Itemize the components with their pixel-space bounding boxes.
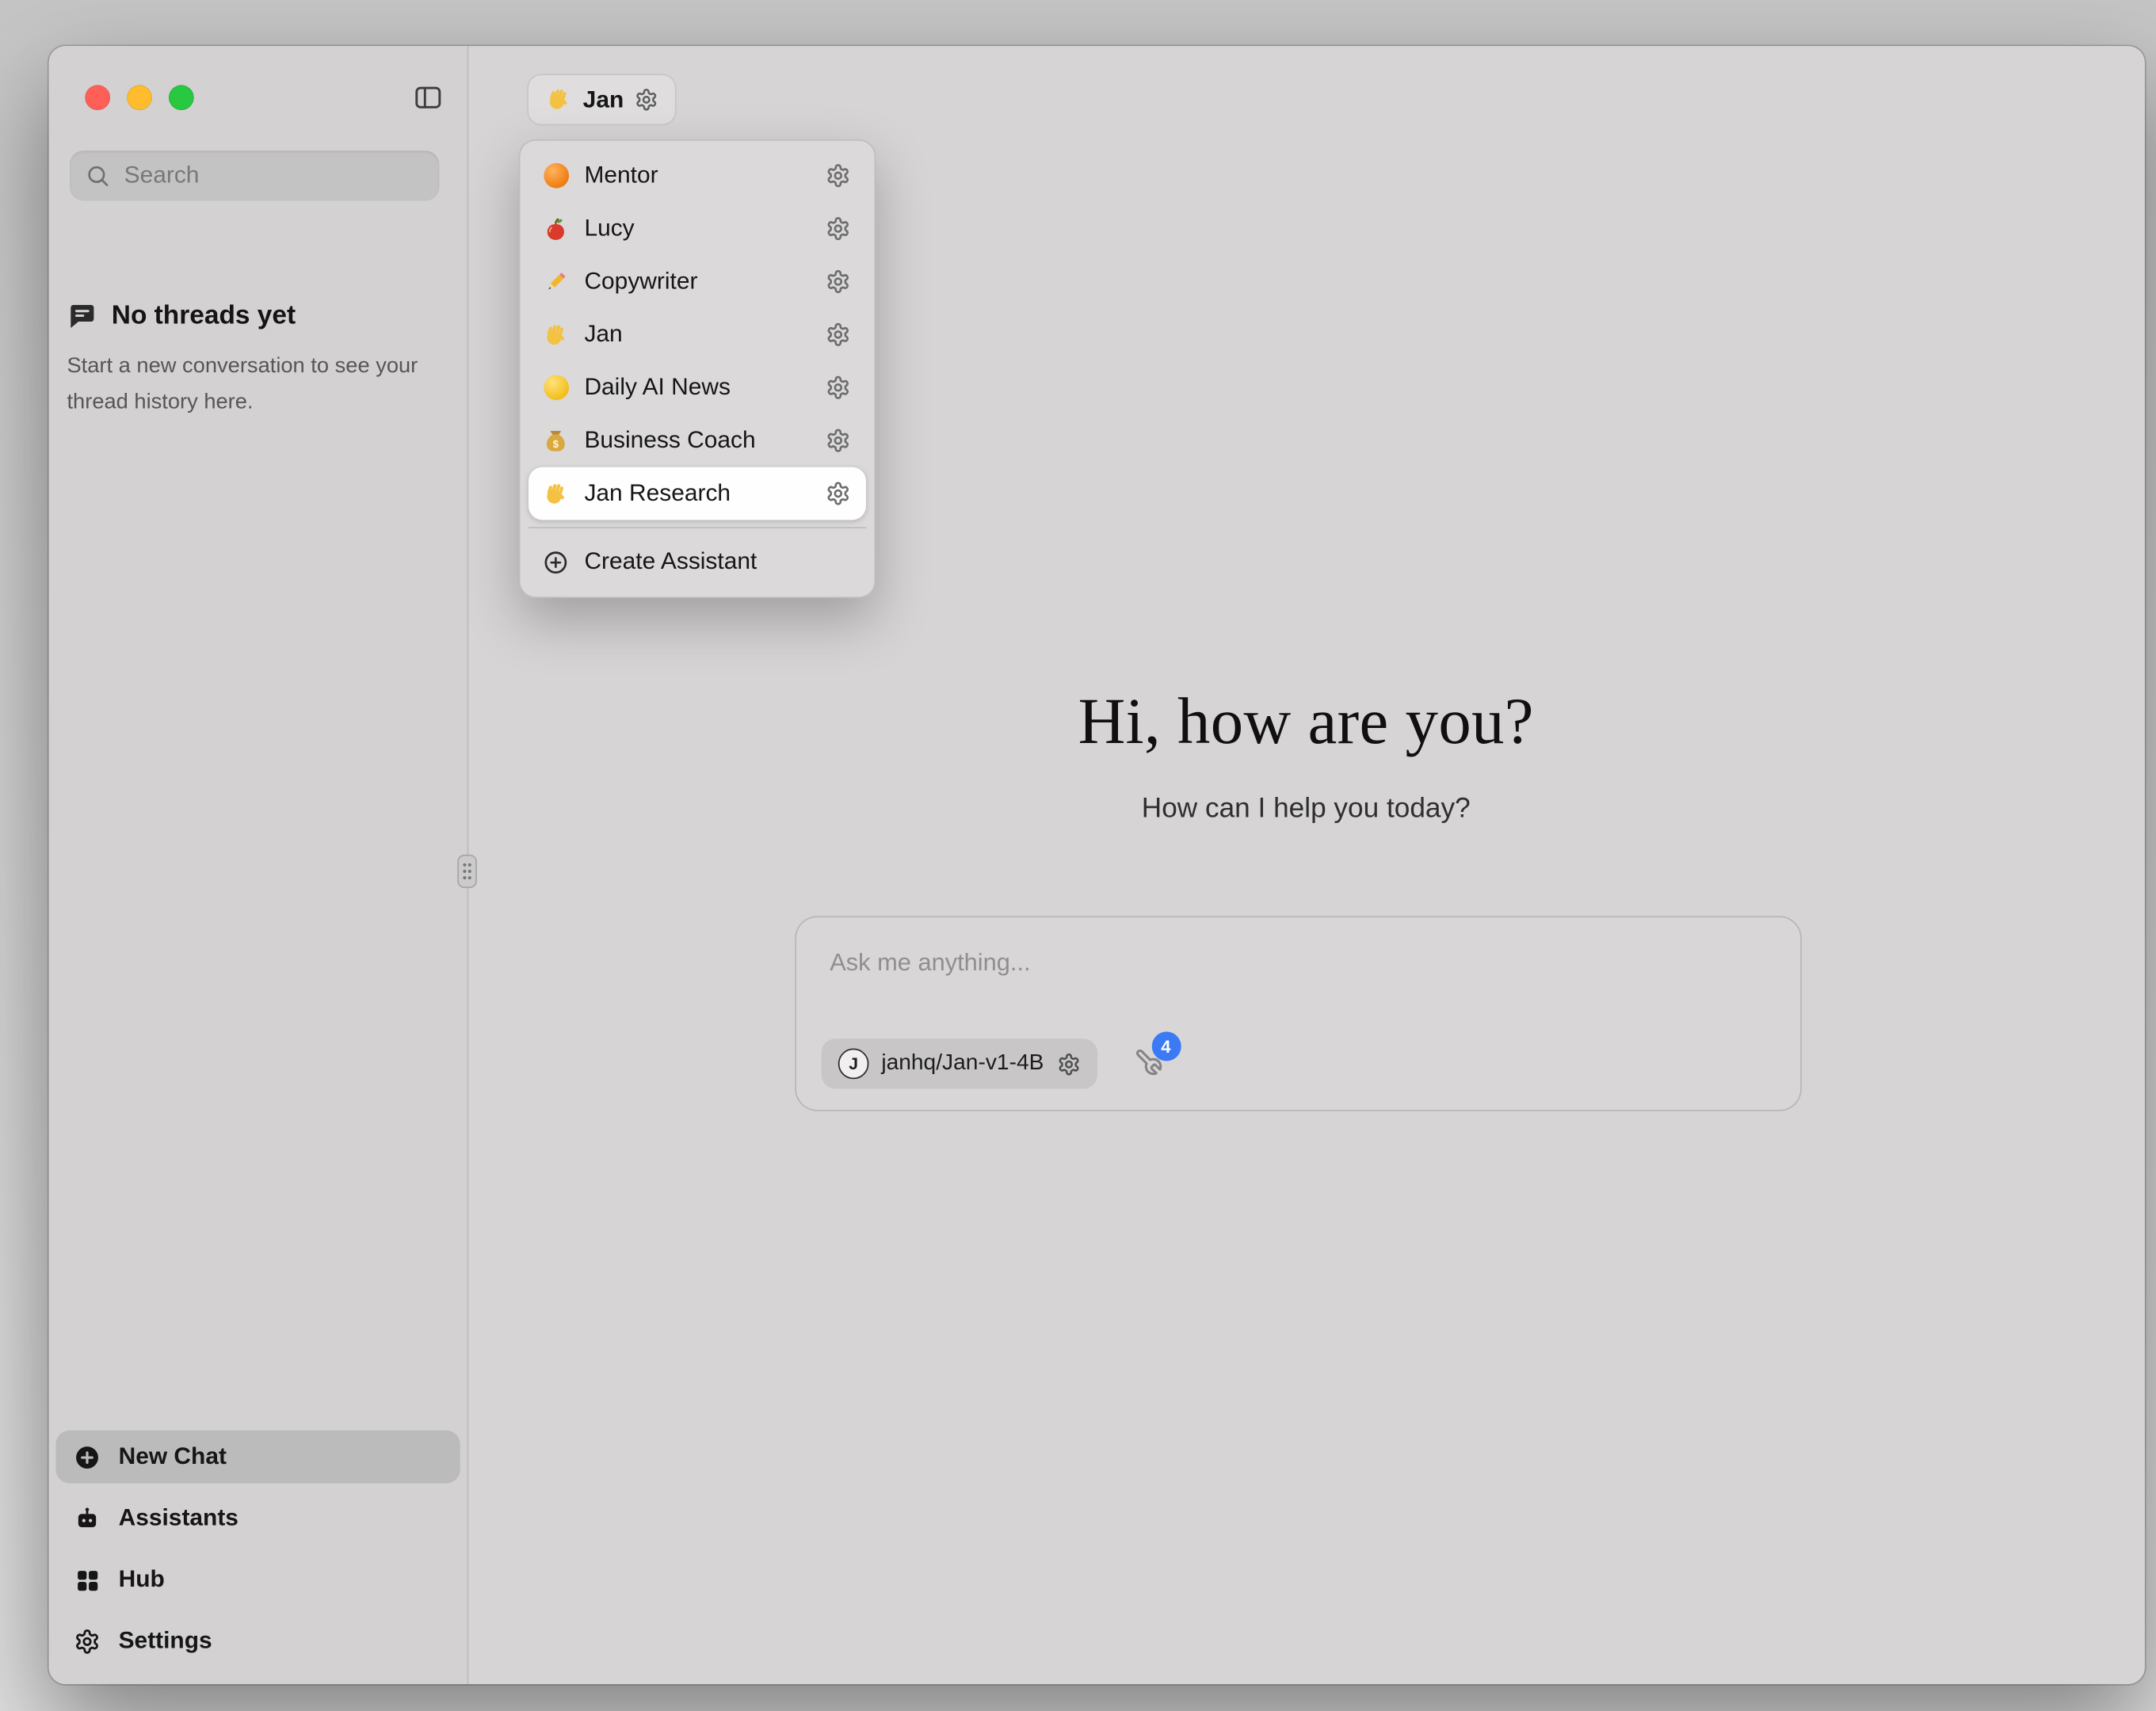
chat-bubble-icon <box>67 301 97 332</box>
menu-item-label: Mentor <box>584 162 803 189</box>
menu-item-label: Jan <box>584 321 803 349</box>
empty-state-title: No threads yet <box>112 301 296 332</box>
assistant-settings-button[interactable] <box>819 474 857 513</box>
model-selector-button[interactable]: J janhq/Jan-v1-4B <box>822 1038 1097 1088</box>
menu-item-copywriter[interactable]: Copywriter <box>529 255 866 308</box>
nav-label: Settings <box>119 1627 212 1655</box>
waving-hand-icon <box>545 86 571 112</box>
assistant-selector-button[interactable]: Jan <box>527 74 677 125</box>
create-assistant-label: Create Assistant <box>584 548 857 576</box>
chat-composer: J janhq/Jan-v1-4B 4 <box>795 916 1802 1111</box>
greeting-subtitle: How can I help you today? <box>467 793 2145 825</box>
menu-item-label: Lucy <box>584 215 803 242</box>
model-avatar: J <box>838 1049 869 1080</box>
greeting-block: Hi, how are you? How can I help you toda… <box>467 684 2145 825</box>
sidebar-toggle-button[interactable] <box>410 82 446 116</box>
menu-item-label: Daily AI News <box>584 374 803 402</box>
plus-circle-icon <box>74 1443 100 1469</box>
assistant-settings-button[interactable] <box>819 209 857 248</box>
sidebar-item-hub[interactable]: Hub <box>55 1553 460 1606</box>
menu-item-lucy[interactable]: Lucy <box>529 202 866 255</box>
menu-item-label: Copywriter <box>584 268 803 295</box>
sidebar-bottom-nav: New Chat Assistants Hub Settings <box>55 1431 460 1667</box>
assistant-settings-button[interactable] <box>819 262 857 301</box>
create-assistant-button[interactable]: Create Assistant <box>529 535 866 589</box>
gear-icon <box>826 428 851 453</box>
gear-icon <box>826 481 851 506</box>
assistants-icon <box>74 1505 100 1531</box>
tools-button[interactable]: 4 <box>1133 1047 1162 1080</box>
app-window: No threads yet Start a new conversation … <box>49 46 2145 1684</box>
gear-icon <box>635 88 658 112</box>
panel-left-icon <box>413 82 444 113</box>
minimize-button[interactable] <box>127 85 152 110</box>
gear-icon <box>826 163 851 189</box>
hub-grid-icon <box>74 1566 100 1592</box>
pencil-icon <box>543 269 569 295</box>
desktop: No threads yet Start a new conversation … <box>0 0 2156 1711</box>
search-icon <box>85 163 110 189</box>
gear-icon <box>1056 1052 1080 1076</box>
search-input[interactable] <box>121 160 424 191</box>
menu-item-jan-research[interactable]: Jan Research <box>529 467 866 520</box>
money-bag-icon <box>543 427 569 453</box>
main-area: Jan Mentor Lucy Copywriter <box>467 46 2145 1684</box>
sidebar: No threads yet Start a new conversation … <box>49 46 469 1684</box>
menu-item-daily-ai-news[interactable]: Daily AI News <box>529 361 866 414</box>
yellow-circle-icon <box>543 375 569 401</box>
gear-icon <box>826 269 851 295</box>
waving-hand-icon <box>543 480 569 506</box>
titlebar <box>49 46 467 143</box>
search-box <box>70 151 439 200</box>
drag-dots-icon <box>460 860 475 882</box>
gear-icon <box>826 216 851 242</box>
close-button[interactable] <box>85 85 110 110</box>
nav-label: Assistants <box>119 1504 238 1532</box>
assistant-settings-button[interactable] <box>819 421 857 460</box>
assistant-settings-button[interactable] <box>819 156 857 195</box>
composer-toolbar: J janhq/Jan-v1-4B 4 <box>822 1038 1162 1088</box>
sidebar-item-settings[interactable]: Settings <box>55 1614 460 1667</box>
nav-label: New Chat <box>119 1443 227 1471</box>
sidebar-item-assistants[interactable]: Assistants <box>55 1492 460 1545</box>
gear-icon <box>74 1628 100 1654</box>
menu-item-label: Jan Research <box>584 479 803 507</box>
waving-hand-icon <box>543 322 569 348</box>
model-name: janhq/Jan-v1-4B <box>881 1051 1044 1077</box>
gear-icon <box>826 375 851 400</box>
current-assistant-name: Jan <box>583 86 624 113</box>
menu-divider <box>529 527 866 528</box>
threads-empty-state: No threads yet Start a new conversation … <box>67 301 432 422</box>
apple-icon <box>543 215 569 242</box>
empty-state-description: Start a new conversation to see your thr… <box>67 349 432 422</box>
plus-circle-outline-icon <box>543 549 569 575</box>
assistant-settings-button[interactable] <box>819 315 857 354</box>
assistant-settings-button[interactable] <box>819 368 857 407</box>
greeting-title: Hi, how are you? <box>467 684 2145 760</box>
nav-label: Hub <box>119 1565 165 1593</box>
menu-item-business-coach[interactable]: Business Coach <box>529 414 866 467</box>
gear-icon <box>826 322 851 348</box>
menu-item-mentor[interactable]: Mentor <box>529 149 866 202</box>
tools-count-badge: 4 <box>1151 1031 1181 1061</box>
orange-circle-icon <box>543 162 569 189</box>
zoom-button[interactable] <box>169 85 194 110</box>
pane-resize-handle[interactable] <box>457 855 477 888</box>
menu-item-label: Business Coach <box>584 427 803 455</box>
assistant-menu: Mentor Lucy Copywriter Jan <box>519 139 876 598</box>
window-controls <box>85 85 193 110</box>
chat-input[interactable] <box>796 917 1800 1004</box>
sidebar-item-new-chat[interactable]: New Chat <box>55 1431 460 1484</box>
menu-item-jan[interactable]: Jan <box>529 308 866 361</box>
